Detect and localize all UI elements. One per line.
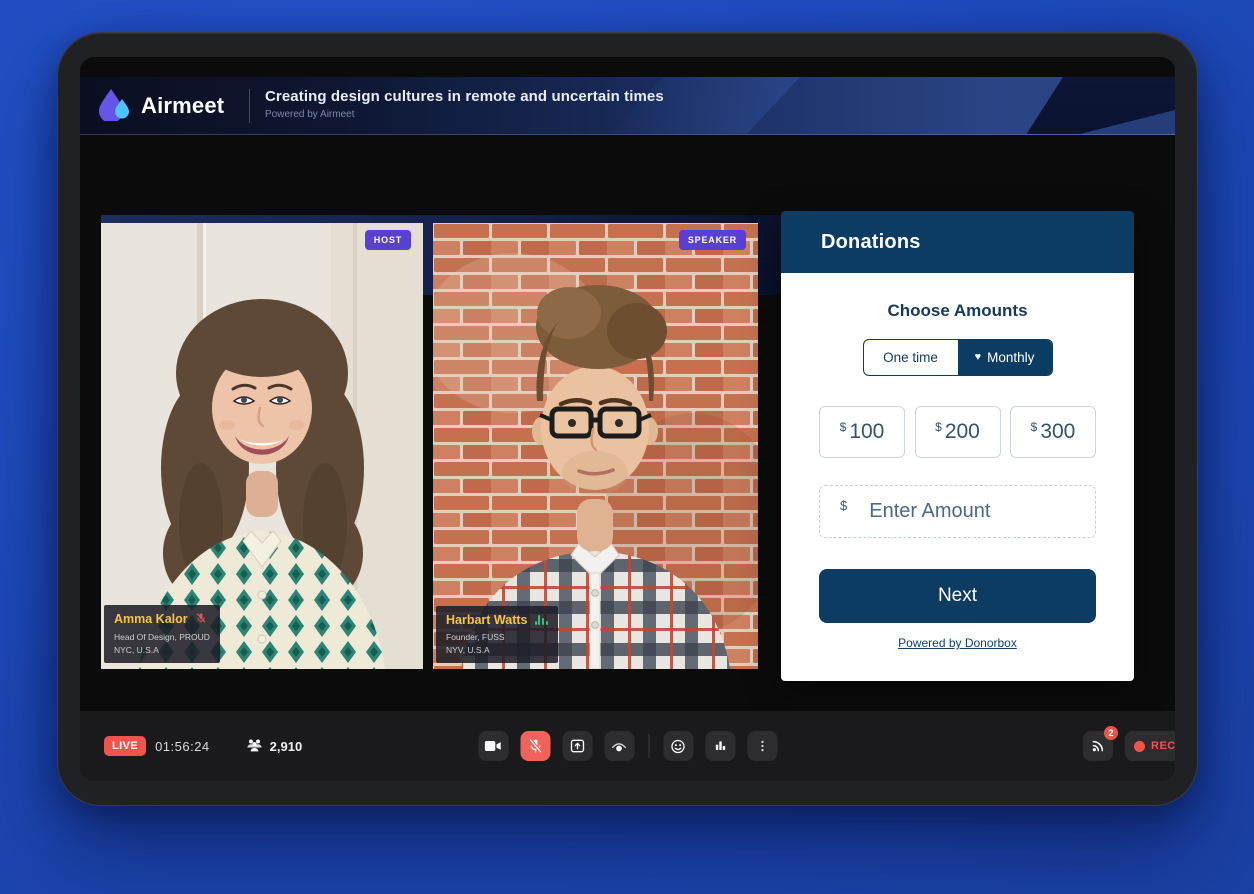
emoji-icon — [670, 738, 687, 755]
speaker-location: NYV, U.S.A — [446, 644, 548, 657]
custom-amount-field[interactable]: $ — [819, 485, 1096, 538]
app-screen: Airmeet Creating design cultures in remo… — [80, 57, 1175, 781]
attendee-count[interactable]: 2,910 — [246, 737, 303, 756]
video-tile-speaker: SPEAKER Harbart Watts Founder, FUSS NYV,… — [433, 223, 758, 669]
donations-title: Donations — [821, 231, 921, 254]
eye-icon — [611, 739, 628, 753]
banner-divider — [249, 89, 250, 123]
event-banner: Airmeet Creating design cultures in remo… — [80, 77, 1175, 135]
powered-by-donorbox-link[interactable]: Powered by Donorbox — [781, 636, 1134, 650]
more-options-button[interactable] — [747, 731, 777, 761]
host-location: NYC, U.S.A — [114, 644, 210, 657]
amount-100-button[interactable]: $ 100 — [819, 406, 905, 458]
host-nametag: Amma Kalor Head Of Design, PROUD — [104, 605, 220, 663]
event-powered-by: Powered by Airmeet — [265, 109, 664, 120]
heart-icon: ♥ — [975, 352, 982, 363]
poll-stats-button[interactable] — [705, 731, 735, 761]
controls-divider — [648, 734, 649, 758]
voice-equalizer-icon — [535, 614, 548, 625]
enter-amount-input[interactable] — [869, 500, 1134, 523]
mic-muted-icon — [195, 612, 207, 627]
host-video-portrait — [101, 223, 423, 669]
host-badge: HOST — [365, 230, 411, 250]
airmeet-logo-icon — [96, 85, 132, 126]
mic-muted-icon — [527, 738, 543, 754]
event-title: Creating design cultures in remote and u… — [265, 88, 664, 105]
donations-panel: Donations Choose Amounts One time ♥ Mont… — [781, 211, 1134, 681]
camera-button[interactable] — [478, 731, 508, 761]
session-timer: 01:56:24 — [155, 739, 210, 754]
speaker-video-portrait — [433, 223, 758, 669]
amount-options: $ 100 $ 200 $ 300 — [819, 406, 1096, 458]
mic-muted-button[interactable] — [520, 731, 550, 761]
speaker-title: Founder, FUSS — [446, 631, 548, 644]
screen-share-button[interactable] — [562, 731, 592, 761]
host-title: Head Of Design, PROUD — [114, 631, 210, 644]
frequency-toggle: One time ♥ Monthly — [863, 339, 1053, 376]
live-badge: LIVE — [104, 736, 146, 756]
brand-name: Airmeet — [141, 93, 224, 119]
video-tile-host: HOST Amma Kalor — [101, 223, 423, 669]
monthly-option[interactable]: ♥ Monthly — [958, 340, 1052, 375]
donations-header: Donations — [781, 211, 1134, 273]
more-dots-icon — [755, 738, 769, 754]
host-name: Amma Kalor — [114, 612, 188, 626]
speaker-badge: SPEAKER — [679, 230, 746, 250]
emoji-button[interactable] — [663, 731, 693, 761]
airmeet-brand: Airmeet — [96, 77, 224, 134]
amount-200-button[interactable]: $ 200 — [915, 406, 1001, 458]
poll-stats-icon — [712, 738, 728, 754]
next-button[interactable]: Next — [819, 569, 1096, 623]
one-time-option[interactable]: One time — [864, 340, 958, 375]
broadcast-feed-icon — [1090, 738, 1106, 754]
people-icon — [246, 737, 263, 756]
eye-button[interactable] — [604, 731, 634, 761]
currency-symbol: $ — [840, 498, 847, 513]
video-camera-icon — [485, 739, 502, 753]
record-button[interactable]: REC — [1125, 731, 1175, 761]
screen-share-icon — [569, 738, 585, 754]
feed-notification-badge: 2 — [1104, 726, 1118, 740]
speaker-nametag: Harbart Watts Founder, FUSS NYV, U.S.A — [436, 606, 558, 663]
record-dot-icon — [1134, 741, 1145, 752]
choose-amounts-label: Choose Amounts — [781, 273, 1134, 321]
page-background: Airmeet Creating design cultures in remo… — [0, 0, 1254, 894]
control-bar: LIVE 01:56:24 2,910 — [80, 711, 1175, 781]
tablet-frame: Airmeet Creating design cultures in remo… — [57, 32, 1198, 806]
amount-300-button[interactable]: $ 300 — [1010, 406, 1096, 458]
speaker-name: Harbart Watts — [446, 613, 528, 627]
